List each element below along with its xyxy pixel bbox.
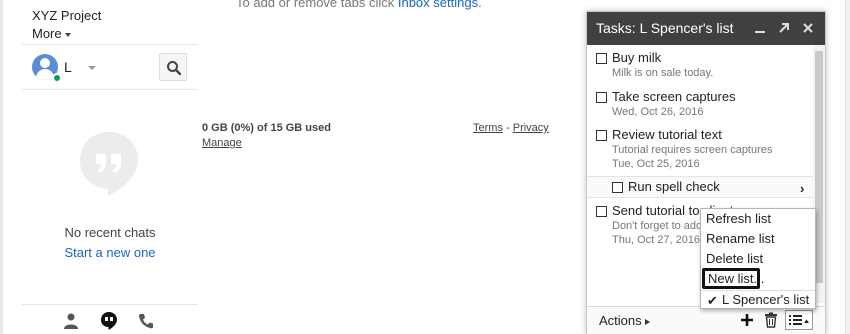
task-due-date: Thu, Oct 27, 2016 — [612, 234, 701, 246]
hangouts-icon[interactable] — [100, 311, 118, 331]
tabs-settings-note: To add or remove tabs click Inbox settin… — [236, 0, 482, 10]
current-list-item[interactable]: L Spencer's list — [722, 292, 809, 307]
search-people-button[interactable] — [159, 53, 187, 81]
task-checkbox[interactable] — [596, 130, 607, 141]
task-checkbox[interactable] — [596, 92, 607, 103]
privacy-link[interactable]: Privacy — [513, 122, 549, 134]
left-frame-edge — [0, 0, 3, 334]
footer-links: Terms - Privacy — [473, 122, 549, 134]
menu-divider — [701, 290, 815, 291]
task-checkbox[interactable] — [596, 53, 607, 64]
tasks-footer: Actions — [587, 306, 825, 334]
more-menu[interactable]: More — [32, 26, 71, 41]
tasks-header: Tasks: L Spencer's list — [587, 12, 825, 45]
subtask-item[interactable]: Run spell check › — [587, 176, 813, 198]
task-title[interactable]: Buy milk — [612, 50, 661, 65]
search-icon — [167, 61, 182, 76]
gmail-page: XYZ Project More L No recent chats Start… — [0, 0, 850, 334]
actions-menu-button[interactable]: Actions — [599, 313, 650, 328]
project-label[interactable]: XYZ Project — [32, 8, 101, 23]
task-title[interactable]: Run spell check — [628, 179, 720, 194]
task-item[interactable]: Take screen captures Wed, Oct 26, 2016 — [587, 88, 813, 122]
chevron-down-icon — [64, 32, 71, 37]
manage-storage-link[interactable]: Manage — [202, 137, 242, 149]
refresh-list-item[interactable]: Refresh list — [706, 211, 771, 226]
list-switch-icon — [789, 315, 809, 325]
storage-usage: 0 GB (0%) of 15 GB used — [202, 122, 331, 134]
left-sidebar: XYZ Project More L No recent chats Start… — [22, 0, 198, 334]
task-note: Milk is on sale today. — [612, 67, 714, 79]
contacts-icon[interactable] — [64, 313, 78, 329]
no-chats-text: No recent chats — [64, 225, 156, 240]
phone-icon[interactable] — [138, 313, 154, 329]
terms-link[interactable]: Terms — [473, 122, 503, 134]
caret-right-icon — [644, 318, 650, 325]
note-text: To add or remove tabs click — [236, 0, 398, 10]
new-list-item[interactable]: New list... — [702, 268, 764, 289]
actions-label: Actions — [599, 313, 642, 328]
task-note: Tutorial requires screen captures — [612, 144, 773, 156]
list-options-menu: Refresh list Rename list Delete list New… — [700, 208, 816, 309]
task-due-date: Tue, Oct 25, 2016 — [612, 158, 700, 170]
rename-list-item[interactable]: Rename list — [706, 231, 775, 246]
task-checkbox[interactable] — [596, 206, 607, 217]
sidebar-tab-bar — [22, 304, 198, 334]
right-frame-edge — [845, 0, 850, 334]
task-title[interactable]: Review tutorial text — [612, 127, 722, 142]
divider — [22, 89, 198, 90]
trash-icon[interactable] — [764, 312, 778, 328]
task-due-date: Wed, Oct 26, 2016 — [612, 106, 704, 118]
minimize-icon[interactable] — [753, 21, 767, 35]
note-suffix: . — [478, 0, 482, 10]
task-checkbox[interactable] — [612, 182, 623, 193]
check-icon: ✔ — [707, 293, 718, 308]
tasks-title: Tasks: L Spencer's list — [596, 20, 734, 36]
task-item[interactable]: Buy milk Milk is on sale today. — [587, 49, 813, 83]
inbox-settings-link[interactable]: Inbox settings — [398, 0, 478, 10]
scrollbar-thumb[interactable] — [815, 51, 823, 283]
close-icon[interactable] — [801, 21, 815, 35]
status-dropdown-icon[interactable] — [88, 66, 96, 70]
start-chat-link[interactable]: Start a new one — [22, 245, 198, 260]
task-item[interactable]: Review tutorial text Tutorial requires s… — [587, 126, 813, 174]
task-note: Don't forget to add — [612, 220, 703, 232]
hangouts-bubble-icon — [80, 132, 138, 196]
user-name[interactable]: L — [64, 59, 72, 75]
switch-list-button[interactable] — [785, 310, 813, 330]
chevron-right-icon[interactable]: › — [800, 181, 804, 196]
popout-icon[interactable] — [777, 21, 791, 35]
divider — [22, 44, 198, 45]
add-task-icon[interactable] — [740, 313, 754, 327]
online-status-icon — [52, 73, 62, 83]
footer-separator: - — [502, 122, 513, 134]
task-title[interactable]: Take screen captures — [612, 89, 736, 104]
delete-list-item[interactable]: Delete list — [706, 251, 763, 266]
more-label: More — [32, 26, 62, 41]
